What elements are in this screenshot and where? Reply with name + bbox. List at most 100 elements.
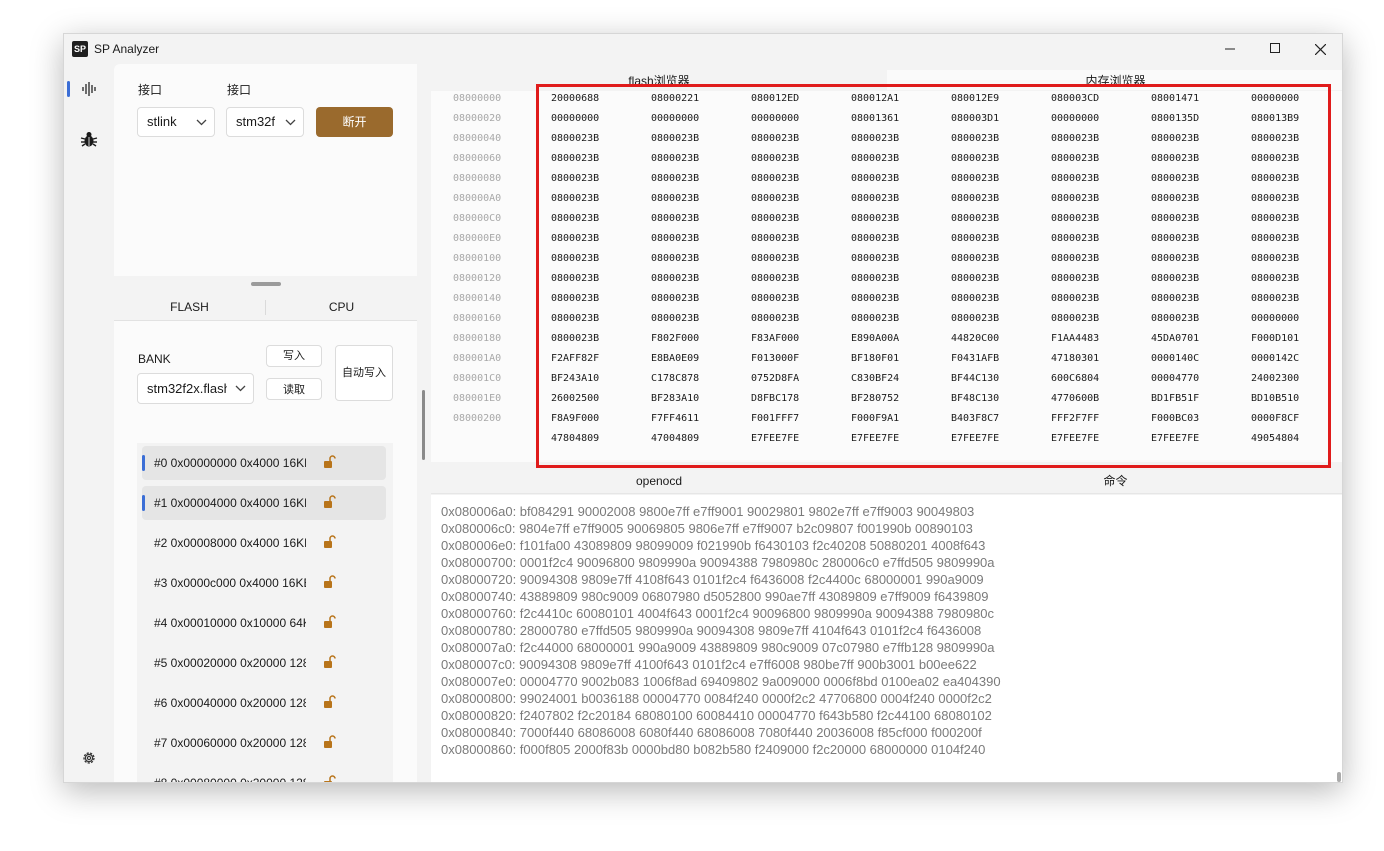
log-line: 0x080006a0: bf084291 90002008 9800e7ff e… bbox=[441, 504, 975, 519]
app-logo: SP bbox=[72, 41, 88, 57]
unlock-icon[interactable] bbox=[322, 455, 336, 469]
hex-address: 08000040 bbox=[453, 133, 502, 144]
left-column: 接口 接口 stlink stm32f 断开 FLASH CPU BANK 写入… bbox=[114, 64, 417, 783]
hex-address: 08000000 bbox=[453, 93, 502, 104]
log-line: 0x08000740: 43889809 980c9009 06807980 d… bbox=[441, 589, 989, 604]
unlock-icon[interactable] bbox=[322, 655, 336, 669]
bank-list: #0 0x00000000 0x4000 16KB #1 0x00004000 … bbox=[137, 443, 393, 783]
hex-address: 08000200 bbox=[453, 413, 502, 424]
minimize-button[interactable] bbox=[1207, 34, 1253, 64]
write-button[interactable]: 写入 bbox=[266, 345, 322, 367]
bank-item-2[interactable]: #2 0x00008000 0x4000 16KB bbox=[142, 526, 386, 560]
bank-selected-indicator bbox=[142, 495, 145, 511]
close-icon bbox=[1314, 43, 1326, 55]
bank-item-label: #4 0x00010000 0x10000 64KB bbox=[154, 616, 306, 630]
nav-active-indicator bbox=[67, 81, 70, 97]
unlock-icon[interactable] bbox=[322, 495, 336, 509]
bank-item-7[interactable]: #7 0x00060000 0x20000 128KB bbox=[142, 726, 386, 760]
nav-item-debug[interactable] bbox=[64, 124, 114, 154]
nav-item-analyzer[interactable] bbox=[64, 74, 114, 104]
window-title: SP Analyzer bbox=[94, 42, 160, 56]
panel-splitter-handle[interactable] bbox=[251, 282, 281, 286]
splitter-scrollbar[interactable] bbox=[422, 390, 425, 460]
log-line: 0x08000800: 99024001 b0036188 00004770 0… bbox=[441, 691, 992, 706]
close-button[interactable] bbox=[1297, 34, 1342, 64]
tab-command[interactable]: 命令 bbox=[887, 469, 1342, 493]
bank-label: BANK bbox=[138, 352, 171, 366]
bank-item-6[interactable]: #6 0x00040000 0x20000 128KB bbox=[142, 686, 386, 720]
hex-address: 08000060 bbox=[453, 153, 502, 164]
unlock-icon[interactable] bbox=[322, 775, 336, 783]
hex-address: 080000E0 bbox=[453, 233, 502, 244]
left-tab-bar: FLASH CPU bbox=[114, 294, 417, 321]
log-line: 0x08000780: 28000780 e7ffd505 9809990a 9… bbox=[441, 623, 982, 638]
tab-flash[interactable]: FLASH bbox=[114, 294, 265, 321]
gear-icon bbox=[83, 752, 95, 764]
disconnect-button[interactable]: 断开 bbox=[316, 107, 393, 137]
tab-cpu[interactable]: CPU bbox=[266, 294, 417, 321]
log-scrollbar[interactable] bbox=[1337, 772, 1341, 782]
target-select-value: stm32f bbox=[236, 114, 276, 129]
interface-select-value: stlink bbox=[147, 114, 177, 129]
bank-item-3[interactable]: #3 0x0000c000 0x4000 16KB bbox=[142, 566, 386, 600]
flash-driver-select[interactable]: stm32f2x.flash bbox=[137, 373, 254, 404]
read-button[interactable]: 读取 bbox=[266, 378, 322, 400]
bug-icon bbox=[80, 132, 98, 147]
connection-panel: 接口 接口 stlink stm32f 断开 bbox=[114, 64, 417, 276]
target-select[interactable]: stm32f bbox=[226, 107, 304, 137]
console-tab-bar: openocd 命令 bbox=[431, 469, 1342, 494]
log-line: 0x080007e0: 00004770 9002b083 1006f8ad 6… bbox=[441, 674, 1001, 689]
unlock-icon[interactable] bbox=[322, 615, 336, 629]
chevron-down-icon bbox=[196, 108, 207, 136]
hex-address: 080001E0 bbox=[453, 393, 502, 404]
unlock-icon[interactable] bbox=[322, 575, 336, 589]
nav-rail bbox=[64, 64, 114, 782]
bank-item-5[interactable]: #5 0x00020000 0x20000 128KB bbox=[142, 646, 386, 680]
bank-item-4[interactable]: #4 0x00010000 0x10000 64KB bbox=[142, 606, 386, 640]
bank-selected-indicator bbox=[142, 455, 145, 471]
bank-item-label: #5 0x00020000 0x20000 128KB bbox=[154, 656, 306, 670]
bank-item-label: #6 0x00040000 0x20000 128KB bbox=[154, 696, 306, 710]
minimize-icon bbox=[1225, 48, 1235, 50]
nav-item-settings[interactable] bbox=[64, 744, 114, 774]
hex-address: 08000180 bbox=[453, 333, 502, 344]
chevron-down-icon bbox=[285, 108, 296, 136]
openocd-log[interactable]: 0x080006a0: bf084291 90002008 9800e7ff e… bbox=[431, 495, 1342, 782]
bank-item-8[interactable]: #8 0x00080000 0x20000 128KB bbox=[142, 766, 386, 783]
log-line: 0x080006c0: 9804e7ff e7ff9005 90069805 9… bbox=[441, 521, 973, 536]
hex-address: 08000160 bbox=[453, 313, 502, 324]
highlight-box bbox=[536, 84, 1331, 468]
hex-address: 08000140 bbox=[453, 293, 502, 304]
port-label-1: 接口 bbox=[138, 83, 163, 97]
unlock-icon[interactable] bbox=[322, 535, 336, 549]
bank-item-label: #7 0x00060000 0x20000 128KB bbox=[154, 736, 306, 750]
hex-address: 080001C0 bbox=[453, 373, 502, 384]
port-label-2: 接口 bbox=[227, 83, 252, 97]
waveform-icon bbox=[82, 82, 96, 96]
title-bar: SP SP Analyzer bbox=[64, 34, 1342, 64]
log-line: 0x080006e0: f101fa00 43089809 98099009 f… bbox=[441, 538, 986, 553]
log-line: 0x08000760: f2c4410c 60080101 4004f643 0… bbox=[441, 606, 995, 621]
right-column: flash浏览器 内存浏览器 08000000 20000688 08000221 0… bbox=[431, 70, 1342, 782]
hex-address: 080000C0 bbox=[453, 213, 502, 224]
unlock-icon[interactable] bbox=[322, 695, 336, 709]
unlock-icon[interactable] bbox=[322, 735, 336, 749]
bank-item-1[interactable]: #1 0x00004000 0x4000 16KB bbox=[142, 486, 386, 520]
maximize-button[interactable] bbox=[1252, 34, 1298, 64]
flash-panel: BANK 写入 读取 自动写入 stm32f2x.flash #0 0x0000… bbox=[114, 321, 417, 783]
hex-address: 08000120 bbox=[453, 273, 502, 284]
log-line: 0x08000860: f000f805 2000f83b 0000bd80 b… bbox=[441, 742, 986, 757]
hex-address: 080000A0 bbox=[453, 193, 502, 204]
log-line: 0x08000840: 7000f440 68086008 6080f440 6… bbox=[441, 725, 982, 740]
tab-openocd[interactable]: openocd bbox=[431, 469, 887, 493]
bank-item-label: #3 0x0000c000 0x4000 16KB bbox=[154, 576, 306, 590]
interface-select[interactable]: stlink bbox=[137, 107, 215, 137]
chevron-down-icon bbox=[235, 374, 246, 403]
bank-item-label: #1 0x00004000 0x4000 16KB bbox=[154, 496, 306, 510]
bank-item-label: #0 0x00000000 0x4000 16KB bbox=[154, 456, 306, 470]
auto-write-button[interactable]: 自动写入 bbox=[335, 345, 393, 401]
bank-item-label: #2 0x00008000 0x4000 16KB bbox=[154, 536, 306, 550]
flash-driver-select-value: stm32f2x.flash bbox=[147, 381, 227, 396]
bank-item-label: #8 0x00080000 0x20000 128KB bbox=[154, 776, 306, 783]
bank-item-0[interactable]: #0 0x00000000 0x4000 16KB bbox=[142, 446, 386, 480]
